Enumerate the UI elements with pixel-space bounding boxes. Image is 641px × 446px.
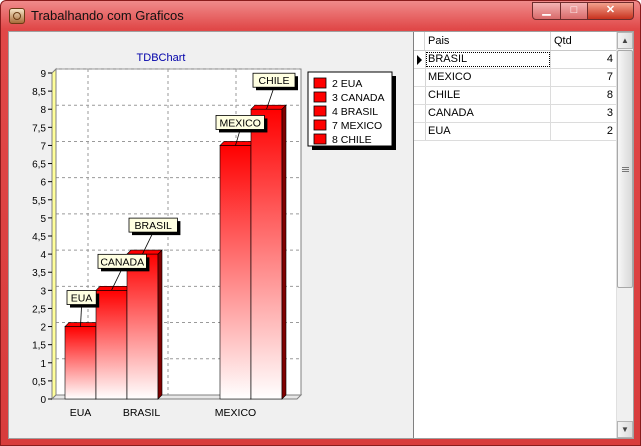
maximize-icon: □ <box>570 4 578 16</box>
legend-swatch <box>313 91 327 103</box>
legend-swatch <box>313 119 327 131</box>
cell-qtd[interactable]: 4 <box>551 51 616 68</box>
table-row[interactable]: EUA 2 <box>414 123 616 141</box>
current-row-arrow-icon <box>417 55 422 65</box>
legend-swatch <box>313 77 327 89</box>
column-header-qtd[interactable]: Qtd <box>551 32 616 50</box>
cell-pais[interactable]: BRASIL <box>425 51 551 68</box>
data-label: CHILE <box>259 75 290 87</box>
vertical-scrollbar[interactable]: ▲ ▼ <box>616 32 633 438</box>
chart-title: TDBChart <box>137 52 186 64</box>
data-label: CANADA <box>100 256 144 268</box>
bar-side-face <box>157 249 163 400</box>
bar <box>64 326 97 400</box>
y-tick-label: 5,5 <box>32 196 46 207</box>
header-indicator-cell <box>414 32 425 50</box>
bar-top-face <box>64 322 101 327</box>
table-row[interactable]: CHILE 8 <box>414 87 616 105</box>
table-row[interactable]: MEXICO 7 <box>414 69 616 87</box>
cell-pais[interactable]: CHILE <box>425 87 551 104</box>
legend-entry: 4 BRASIL <box>332 106 378 118</box>
y-tick-label: 8 <box>40 105 46 116</box>
cell-pais[interactable]: CANADA <box>425 105 551 122</box>
chart-app-icon[interactable] <box>9 8 25 24</box>
y-tick-label: 6,5 <box>32 160 46 171</box>
bar <box>250 108 283 400</box>
cell-pais[interactable]: MEXICO <box>425 69 551 86</box>
bar-side-face <box>281 104 287 400</box>
x-tick-label: MEXICO <box>215 407 256 419</box>
x-tick-label: BRASIL <box>123 407 161 419</box>
column-header-pais[interactable]: Pais <box>425 32 551 50</box>
legend-entry: 3 CANADA <box>332 92 385 104</box>
y-tick-label: 1 <box>40 359 46 370</box>
chart-left-wall <box>51 67 57 401</box>
y-tick-label: 1,5 <box>32 341 46 352</box>
cell-pais[interactable]: EUA <box>425 123 551 140</box>
y-tick-label: 3 <box>40 286 46 297</box>
y-tick-label: 4 <box>40 250 46 261</box>
legend-entry: 2 EUA <box>332 78 362 90</box>
bar-top-face <box>219 141 256 146</box>
y-tick-label: 0 <box>40 395 46 406</box>
cell-qtd[interactable]: 8 <box>551 87 616 104</box>
y-tick-label: 4,5 <box>32 232 46 243</box>
y-tick-label: 7 <box>40 141 46 152</box>
table-row[interactable]: CANADA 3 <box>414 105 616 123</box>
cell-qtd[interactable]: 2 <box>551 123 616 140</box>
minimize-icon: ▁ <box>542 4 551 16</box>
arrow-up-icon: ▲ <box>621 36 629 45</box>
scroll-up-button[interactable]: ▲ <box>617 32 633 49</box>
grid-header: Pais Qtd <box>414 32 616 51</box>
scroll-thumb[interactable] <box>617 50 633 288</box>
close-icon: ✕ <box>605 4 616 16</box>
close-button[interactable]: ✕ <box>587 2 634 20</box>
bar <box>126 253 159 400</box>
cell-qtd[interactable]: 3 <box>551 105 616 122</box>
data-grid[interactable]: Pais Qtd BRASIL 4 MEXICO 7 CHILE 8 CANADA 3 EUA 2… <box>413 32 633 438</box>
data-label: MEXICO <box>219 117 260 129</box>
client-area: TDBChart 0 0,5 1 1,5 2 2,5 3 3,5 4 4,5 5 5,5 6 6,5 7 7,… <box>8 31 634 439</box>
maximize-button[interactable]: □ <box>560 2 588 20</box>
y-tick-label: 9 <box>40 69 46 80</box>
x-tick-label: EUA <box>70 407 92 419</box>
scroll-down-button[interactable]: ▼ <box>617 421 633 438</box>
bar <box>95 290 128 400</box>
bar <box>219 145 252 400</box>
y-tick-label: 7,5 <box>32 123 46 134</box>
y-tick-label: 2,5 <box>32 304 46 315</box>
legend-swatch <box>313 105 327 117</box>
window-title: Trabalhando com Graficos <box>31 8 184 23</box>
chart-panel: TDBChart 0 0,5 1 1,5 2 2,5 3 3,5 4 4,5 5 5,5 6 6,5 7 7,… <box>9 32 411 438</box>
grip-icon <box>622 167 629 172</box>
arrow-down-icon: ▼ <box>621 425 629 434</box>
app-window: Trabalhando com Graficos ▁ □ ✕ TDBChart … <box>0 0 641 446</box>
bar-chart: TDBChart 0 0,5 1 1,5 2 2,5 3 3,5 4 4,5 5 5,5 6 6,5 7 7,… <box>32 52 396 419</box>
data-label: BRASIL <box>135 220 173 232</box>
legend-entry: 8 CHILE <box>332 134 372 146</box>
y-tick-label: 3,5 <box>32 268 46 279</box>
bar-top-face <box>250 104 287 110</box>
legend-swatch <box>313 133 327 145</box>
legend-entry: 7 MEXICO <box>332 120 382 132</box>
title-bar[interactable]: Trabalhando com Graficos ▁ □ ✕ <box>1 1 640 31</box>
y-tick-label: 0,5 <box>32 377 46 388</box>
minimize-button[interactable]: ▁ <box>532 2 561 20</box>
cell-qtd[interactable]: 7 <box>551 69 616 86</box>
y-tick-label: 2 <box>40 323 46 334</box>
data-label: EUA <box>71 293 93 305</box>
table-row[interactable]: BRASIL 4 <box>414 51 616 69</box>
y-tick-label: 8,5 <box>32 87 46 98</box>
y-tick-label: 5 <box>40 214 46 225</box>
y-tick-label: 6 <box>40 178 46 189</box>
